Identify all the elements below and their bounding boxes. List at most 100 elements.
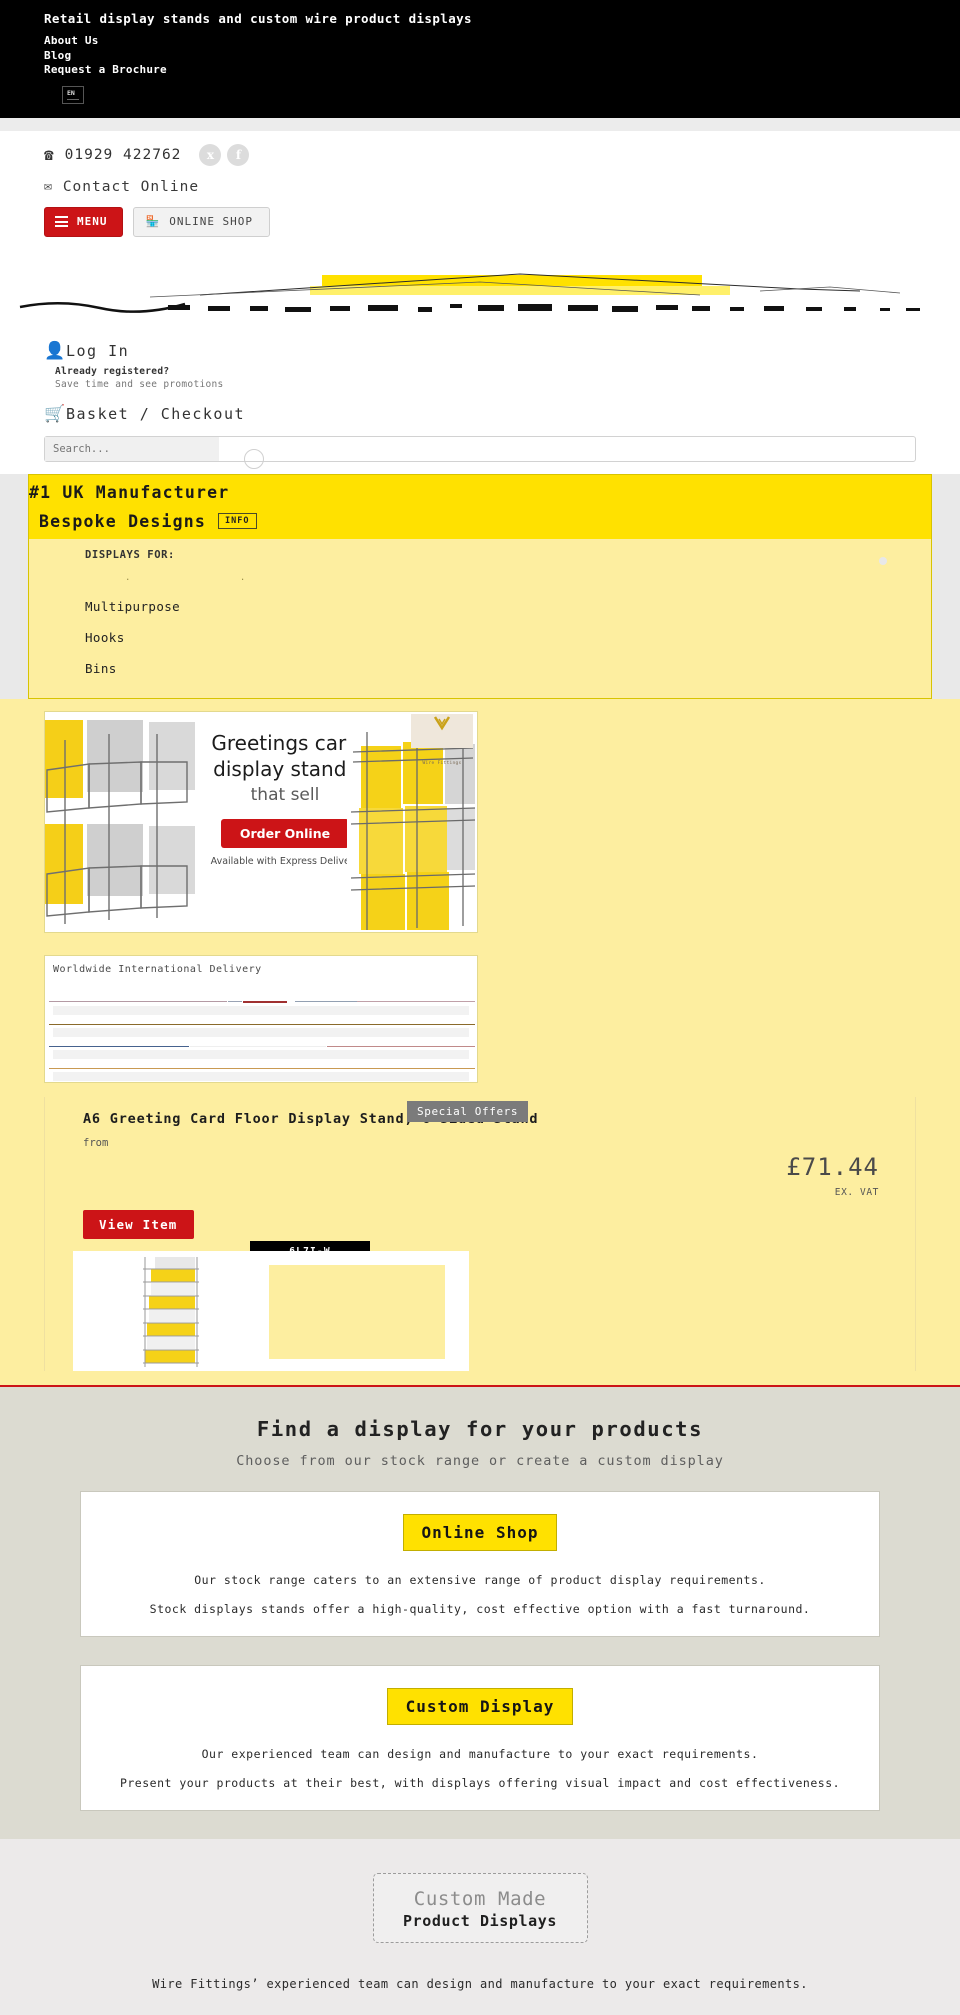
phone-row: ☎ 01929 422762 x f <box>44 141 960 169</box>
nav-link-blog[interactable]: Blog <box>44 49 960 64</box>
basket-icon: 🛒 <box>44 403 66 424</box>
hero-line-2: Bespoke Designs <box>39 511 207 531</box>
custom-made-line-1: Custom Made <box>413 1887 547 1910</box>
delivery-bar-2 <box>53 1027 469 1037</box>
custom-display-panel-text-1: Our experienced team can design and manu… <box>201 1746 759 1761</box>
hero-outer: #1 UK Manufacturer Bespoke Designs INFO … <box>0 473 960 699</box>
custom-made-line-2: Product Displays <box>402 1911 558 1930</box>
product-photo-backdrop <box>269 1264 445 1359</box>
hero-line-1: #1 UK Manufacturer <box>29 482 230 502</box>
contact-zone: ☎ 01929 422762 x f ✉ Contact Online MENU… <box>0 130 960 237</box>
delivery-title: Worldwide International Delivery <box>53 963 262 975</box>
wire-fittings-mark-icon <box>433 715 451 730</box>
online-shop-panel: Online Shop Our stock range caters to an… <box>80 1490 880 1637</box>
top-nav-links: About Us Blog Request a Brochure <box>44 34 960 78</box>
contact-online-label[interactable]: Contact Online <box>63 179 199 195</box>
shop-icon: 🏪 <box>145 215 161 228</box>
online-shop-panel-text-1: Our stock range caters to an extensive r… <box>194 1572 766 1587</box>
nav-link-about-us[interactable]: About Us <box>44 34 960 49</box>
delivery-rule-1b <box>228 1000 242 1002</box>
custom-display-panel-text-2: Present your products at their best, wit… <box>119 1775 841 1790</box>
decorative-dots: . . <box>125 572 298 583</box>
delivery-rule-3a <box>49 1045 189 1047</box>
online-shop-button-label: ONLINE SHOP <box>169 215 254 228</box>
worldwide-delivery-card[interactable]: Worldwide International Delivery <box>44 954 478 1083</box>
phone-number[interactable]: 01929 422762 <box>65 147 182 163</box>
delivery-bar-1 <box>53 1005 469 1015</box>
view-item-button[interactable]: View Item <box>83 1209 194 1239</box>
greetings-card-promo[interactable]: Greetings card display stands that sell … <box>44 710 478 933</box>
delivery-rule-2 <box>49 1023 475 1025</box>
find-heading: Find a display for your products <box>256 1416 704 1441</box>
search-area <box>44 435 916 469</box>
login-sub-bold: Already registered? <box>55 365 170 377</box>
facebook-icon[interactable]: f <box>227 143 250 166</box>
delivery-rule-1d <box>295 1000 357 1002</box>
special-offers-badge[interactable]: Special Offers <box>407 1100 529 1122</box>
delivery-rule-3b <box>190 1045 326 1047</box>
language-underline <box>67 98 79 100</box>
hamburger-icon <box>55 214 68 230</box>
custom-made-box[interactable]: Custom Made Product Displays <box>372 1872 588 1943</box>
nav-link-request-brochure[interactable]: Request a Brochure <box>44 63 960 78</box>
hero-banner: #1 UK Manufacturer Bespoke Designs INFO … <box>28 473 932 699</box>
custom-made-section: Custom Made Product Displays Wire Fittin… <box>0 1838 960 2015</box>
account-zone: 👤 Log In Already registered? Save time a… <box>0 333 960 469</box>
product-card: A6 Greeting Card Floor Display Stand, 6 … <box>44 1096 916 1371</box>
delivery-bar-3 <box>53 1049 469 1059</box>
online-shop-panel-button[interactable]: Online Shop <box>402 1513 558 1551</box>
online-shop-panel-text-2: Stock displays stands offer a high-quali… <box>149 1601 811 1616</box>
delivery-rule-4 <box>49 1067 475 1069</box>
section-red-divider <box>0 1384 960 1387</box>
hero-category-bins[interactable]: Bins <box>85 661 931 676</box>
product-wrap: A6 Greeting Card Floor Display Stand, 6 … <box>0 1082 960 1387</box>
find-subheading: Choose from our stock range or create a … <box>236 1452 724 1469</box>
product-photo[interactable] <box>73 1250 469 1371</box>
twitter-icon[interactable]: x <box>199 143 222 166</box>
custom-display-panel-button[interactable]: Custom Display <box>386 1687 574 1725</box>
phone-icon: ☎ <box>44 144 54 164</box>
hero-decorative-dot <box>879 556 887 565</box>
order-online-button[interactable]: Order Online <box>221 818 349 848</box>
top-black-bar: Retail display stands and custom wire pr… <box>0 0 960 118</box>
basket-row[interactable]: 🛒 Basket / Checkout <box>44 404 960 424</box>
login-label[interactable]: Log In <box>66 342 129 360</box>
search-icon[interactable] <box>244 448 264 469</box>
site-tagline: Retail display stands and custom wire pr… <box>44 11 472 26</box>
search-box[interactable] <box>44 435 916 462</box>
custom-display-panel: Custom Display Our experienced team can … <box>80 1664 880 1811</box>
find-display-section: Find a display for your products Choose … <box>0 1386 960 1839</box>
delivery-rule-1a <box>49 1000 227 1002</box>
hero-line-2-row: Bespoke Designs INFO <box>29 512 931 531</box>
logo-banner <box>0 246 960 333</box>
product-vat-note: EX. VAT <box>834 1186 879 1198</box>
online-shop-button[interactable]: 🏪 ONLINE SHOP <box>132 206 271 237</box>
logo-banner-graphic <box>0 246 960 333</box>
hero-category-multipurpose[interactable]: Multipurpose <box>85 599 931 614</box>
card-rack-left-image <box>45 711 195 932</box>
menu-button-label: MENU <box>77 215 108 228</box>
envelope-icon: ✉ <box>44 179 52 194</box>
primary-button-row: MENU 🏪 ONLINE SHOP <box>44 206 960 237</box>
delivery-rule-1e <box>357 1000 475 1002</box>
info-chip[interactable]: INFO <box>218 513 257 529</box>
hero-body: DISPLAYS FOR: . . Multipurpose Hooks Bin… <box>29 538 931 698</box>
custom-made-description: Wire Fittings’ experienced team can desi… <box>152 1976 808 1991</box>
displays-for-label: DISPLAYS FOR: <box>85 548 175 561</box>
grey-divider-strip <box>0 117 960 131</box>
user-icon: 👤 <box>44 340 66 361</box>
hero-category-hooks[interactable]: Hooks <box>85 630 931 645</box>
product-stand-image <box>143 1256 199 1367</box>
contact-online-row[interactable]: ✉ Contact Online <box>44 179 960 195</box>
login-row[interactable]: 👤 Log In <box>44 341 960 361</box>
login-sub: Save time and see promotions <box>55 378 224 390</box>
basket-label[interactable]: Basket / Checkout <box>66 405 245 423</box>
wire-fittings-logo: Wire Fittings <box>411 713 473 766</box>
product-from-label: from <box>83 1136 109 1149</box>
delivery-rule-1c <box>243 1000 287 1003</box>
delivery-rule-3c <box>327 1045 475 1047</box>
hero-header: #1 UK Manufacturer Bespoke Designs INFO <box>29 474 931 539</box>
menu-button[interactable]: MENU <box>44 206 123 237</box>
language-selector[interactable]: EN <box>62 85 84 104</box>
search-input[interactable] <box>45 436 219 461</box>
